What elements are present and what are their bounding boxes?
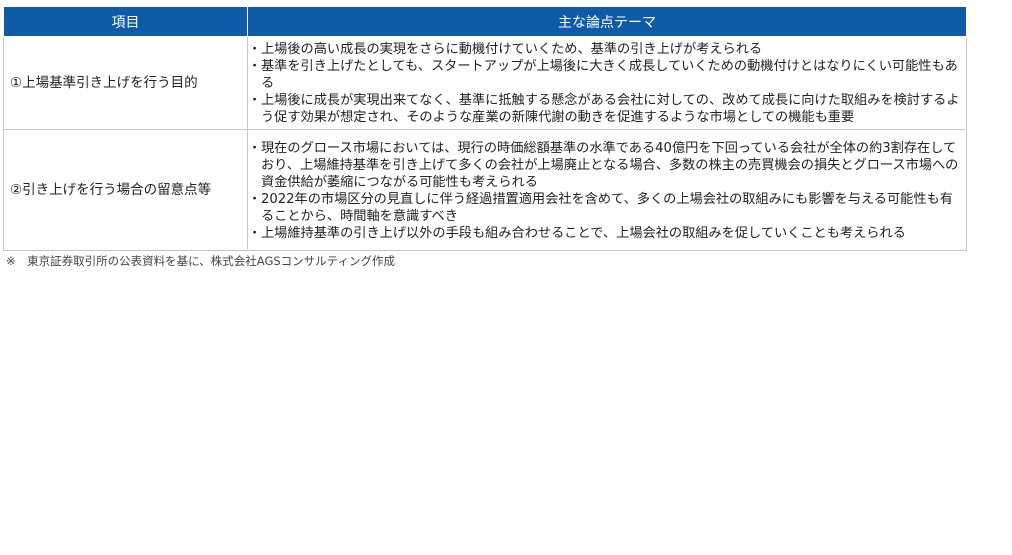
row-points: 上場後の高い成長の実現をさらに動機付けていくため、基準の引き上げが考えられる 基…	[247, 36, 967, 130]
point-item: 上場後に成長が実現出来てなく、基準に抵触する懸念がある会社に対しての、改めて成長…	[248, 92, 962, 126]
header-theme: 主な論点テーマ	[247, 6, 967, 37]
point-list: 上場後の高い成長の実現をさらに動機付けていくため、基準の引き上げが考えられる 基…	[248, 41, 962, 126]
table-header-row: 項目 主な論点テーマ	[3, 6, 967, 37]
point-item: 現在のグロース市場においては、現行の時価総額基準の水準である40億円を下回ってい…	[248, 140, 962, 191]
row-topic: ②引き上げを行う場合の留意点等	[3, 129, 248, 251]
row-points: 現在のグロース市場においては、現行の時価総額基準の水準である40億円を下回ってい…	[247, 129, 967, 251]
point-list: 現在のグロース市場においては、現行の時価総額基準の水準である40億円を下回ってい…	[248, 140, 962, 242]
point-item: 上場維持基準の引き上げ以外の手段も組み合わせることで、上場会社の取組みを促してい…	[248, 225, 962, 242]
source-footnote: ※ 東京証券取引所の公表資料を基に、株式会社AGSコンサルティング作成	[6, 254, 395, 268]
point-item: 基準を引き上げたとしても、スタートアップが上場後に大きく成長していくための動機付…	[248, 58, 962, 92]
row-topic: ①上場基準引き上げを行う目的	[3, 36, 248, 130]
point-item: 上場後の高い成長の実現をさらに動機付けていくため、基準の引き上げが考えられる	[248, 41, 962, 58]
themes-table: 項目 主な論点テーマ ①上場基準引き上げを行う目的 上場後の高い成長の実現をさら…	[3, 6, 967, 251]
point-item: 2022年の市場区分の見直しに伴う経過措置適用会社を含めて、多くの上場会社の取組…	[248, 191, 962, 225]
themes-table-container: 項目 主な論点テーマ ①上場基準引き上げを行う目的 上場後の高い成長の実現をさら…	[3, 6, 967, 251]
header-item: 項目	[3, 6, 248, 37]
table-row: ②引き上げを行う場合の留意点等 現在のグロース市場においては、現行の時価総額基準…	[3, 129, 967, 251]
table-row: ①上場基準引き上げを行う目的 上場後の高い成長の実現をさらに動機付けていくため、…	[3, 36, 967, 130]
